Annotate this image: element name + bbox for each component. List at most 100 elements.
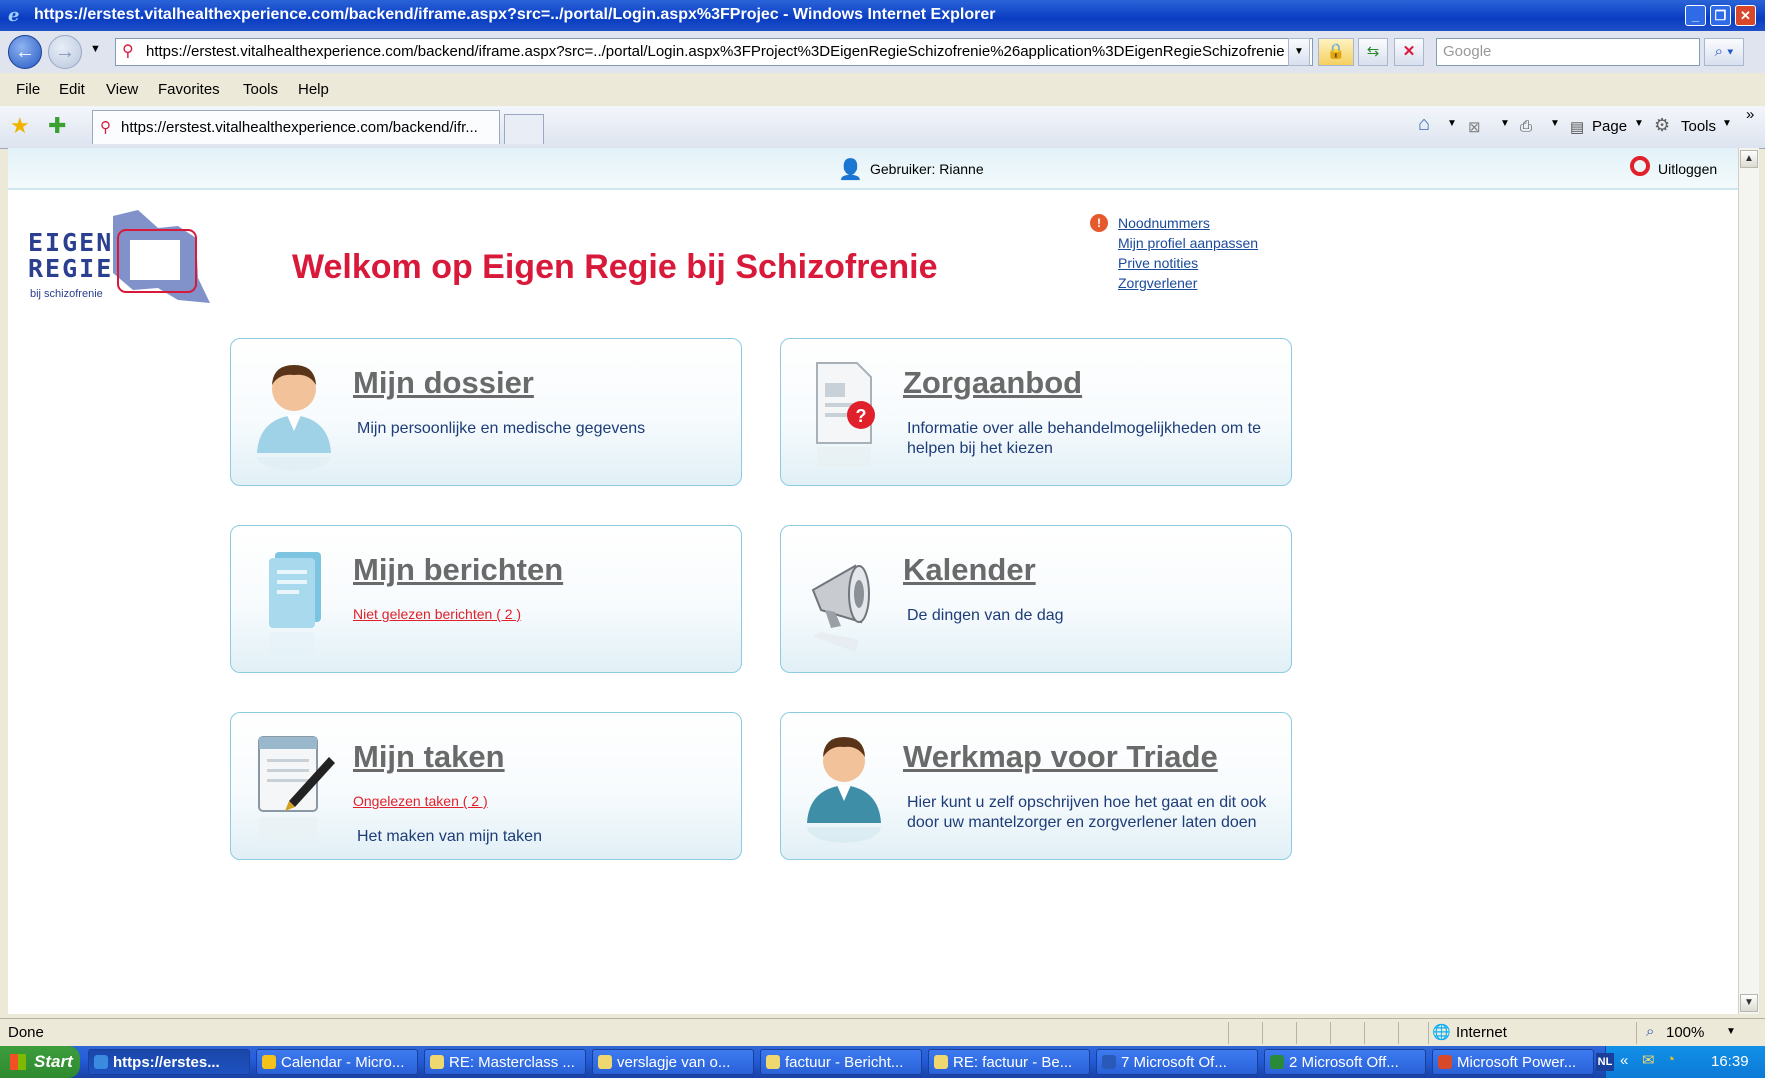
favorites-bar: ★ ✚ ⚲ https://erstest.vitalhealthexperie…	[0, 106, 1765, 149]
lock-icon[interactable]: 🔒	[1318, 38, 1354, 66]
menu-tools[interactable]: Tools	[243, 81, 278, 98]
menu-bar: File Edit View Favorites Tools Help	[0, 73, 1765, 107]
card-zorgaanbod[interactable]: ? Zorgaanbod Informatie over alle behand…	[780, 338, 1292, 486]
home-icon[interactable]: ⌂	[1418, 113, 1430, 136]
recent-pages-dropdown-icon[interactable]: ▼	[90, 43, 101, 55]
feeds-dropdown-icon[interactable]: ▼	[1500, 118, 1510, 129]
minimize-button[interactable]: _	[1685, 5, 1706, 26]
zoom-dropdown-icon[interactable]: ▼	[1726, 1026, 1736, 1037]
taskbar-item[interactable]: verslagje van o...	[592, 1049, 754, 1075]
user-bar: 👤 Gebruiker: Rianne Uitloggen	[8, 148, 1738, 190]
scroll-up-icon[interactable]: ▲	[1740, 150, 1758, 168]
print-icon[interactable]: ⎙	[1520, 118, 1532, 135]
tools-menu[interactable]: Tools	[1681, 118, 1716, 135]
link-profiel-aanpassen[interactable]: Mijn profiel aanpassen	[1118, 235, 1258, 251]
language-indicator[interactable]: NL	[1596, 1053, 1614, 1071]
taskbar-item[interactable]: RE: Masterclass ...	[424, 1049, 586, 1075]
stop-icon[interactable]: ✕	[1394, 38, 1424, 66]
feeds-icon[interactable]: ⊠	[1468, 118, 1481, 136]
site-favicon-icon: ⚲	[122, 43, 134, 60]
taskbar-item[interactable]: 2 Microsoft Off...	[1264, 1049, 1426, 1075]
tools-dropdown-icon[interactable]: ▼	[1722, 118, 1732, 129]
card-title[interactable]: Kalender	[903, 552, 1036, 588]
card-description: Mijn persoonlijke en medische gegevens	[357, 420, 646, 437]
notepad-pen-icon	[258, 736, 335, 841]
menu-file[interactable]: File	[16, 81, 40, 98]
scroll-down-icon[interactable]: ▼	[1740, 994, 1758, 1012]
logout-icon[interactable]	[1630, 156, 1650, 176]
start-button[interactable]: Start	[0, 1046, 80, 1078]
unread-messages-link[interactable]: Niet gelezen berichten ( 2 )	[353, 606, 521, 622]
taskbar-item[interactable]: RE: factuur - Be...	[928, 1049, 1090, 1075]
card-title[interactable]: Zorgaanbod	[903, 365, 1082, 401]
logout-link[interactable]: Uitloggen	[1658, 161, 1717, 177]
tray-reminder-icon[interactable]: ◔	[1666, 1051, 1675, 1068]
home-dropdown-icon[interactable]: ▼	[1447, 118, 1457, 129]
new-tab-button[interactable]	[504, 114, 544, 144]
tab-label: https://erstest.vitalhealthexperience.co…	[121, 119, 478, 136]
menu-favorites[interactable]: Favorites	[158, 81, 220, 98]
print-dropdown-icon[interactable]: ▼	[1550, 118, 1560, 129]
zoom-level[interactable]: 100%	[1666, 1024, 1704, 1041]
taskbar-item[interactable]: https://erstes...	[88, 1049, 250, 1075]
logo-text-eigen: EIGEN	[28, 228, 114, 257]
tray-mail-icon[interactable]: ✉	[1642, 1051, 1655, 1069]
close-window-button[interactable]: ✕	[1735, 5, 1756, 26]
page-title: Welkom op Eigen Regie bij Schizofrenie	[292, 248, 938, 286]
page-icon: ▤	[1570, 119, 1585, 136]
status-divider	[1228, 1022, 1229, 1044]
card-title[interactable]: Mijn berichten	[353, 552, 563, 588]
card-description: Informatie over alle behandelmogelijkhed…	[907, 420, 1261, 457]
favorites-star-icon[interactable]: ★	[10, 113, 30, 139]
logo: EIGEN REGIE bij schizofrenie	[18, 208, 218, 308]
person-suit-icon	[807, 737, 881, 843]
person-icon	[257, 365, 331, 471]
internet-explorer-icon: e	[8, 5, 20, 26]
search-input[interactable]: Google	[1436, 38, 1700, 66]
link-zorgverlener[interactable]: Zorgverlener	[1118, 275, 1197, 291]
clock: 16:39	[1711, 1053, 1749, 1070]
unread-tasks-link[interactable]: Ongelezen taken ( 2 )	[353, 793, 488, 809]
address-input[interactable]: ⚲ https://erstest.vitalhealthexperience.…	[115, 38, 1313, 66]
taskbar-item[interactable]: Calendar - Micro...	[256, 1049, 418, 1075]
chevron-more-icon[interactable]: »	[1746, 106, 1754, 123]
user-label: Gebruiker: Rianne	[870, 161, 984, 177]
card-title[interactable]: Mijn dossier	[353, 365, 534, 401]
page-dropdown-icon[interactable]: ▼	[1634, 118, 1644, 129]
search-go-icon[interactable]: ⌕ ▾	[1704, 38, 1744, 66]
restore-button[interactable]: ❐	[1710, 5, 1731, 26]
link-prive-notities[interactable]: Prive notities	[1118, 255, 1198, 271]
vertical-scrollbar[interactable]: ▲ ▼	[1738, 148, 1759, 1014]
card-werkmap-triade[interactable]: Werkmap voor Triade Hier kunt u zelf ops…	[780, 712, 1292, 860]
card-kalender[interactable]: Kalender De dingen van de dag	[780, 525, 1292, 673]
status-text: Done	[8, 1024, 44, 1041]
mail-icon	[430, 1055, 444, 1069]
card-title[interactable]: Mijn taken	[353, 739, 505, 775]
taskbar-item[interactable]: Microsoft Power...	[1432, 1049, 1594, 1075]
menu-view[interactable]: View	[106, 81, 138, 98]
menu-edit[interactable]: Edit	[59, 81, 85, 98]
taskbar-item[interactable]: 7 Microsoft Of...	[1096, 1049, 1258, 1075]
taskbar-item[interactable]: factuur - Bericht...	[760, 1049, 922, 1075]
card-mijn-dossier[interactable]: Mijn dossier Mijn persoonlijke en medisc…	[230, 338, 742, 486]
menu-help[interactable]: Help	[298, 81, 329, 98]
browser-tab[interactable]: ⚲ https://erstest.vitalhealthexperience.…	[92, 110, 500, 144]
alert-icon: !	[1090, 214, 1108, 232]
status-divider	[1364, 1022, 1365, 1044]
card-mijn-taken[interactable]: Mijn taken Ongelezen taken ( 2 ) Het mak…	[230, 712, 742, 860]
back-button[interactable]: ←	[8, 35, 42, 69]
tray-expand-icon[interactable]: «	[1620, 1052, 1628, 1069]
excel-icon	[1270, 1055, 1284, 1069]
status-divider	[1296, 1022, 1297, 1044]
link-noodnummers[interactable]: Noodnummers	[1118, 215, 1210, 231]
refresh-icon[interactable]: ⇆	[1358, 38, 1388, 66]
user-icon: 👤	[838, 159, 863, 181]
card-title[interactable]: Werkmap voor Triade	[903, 739, 1218, 775]
add-favorites-icon[interactable]: ✚	[48, 113, 66, 139]
page-menu[interactable]: Page	[1592, 118, 1627, 135]
address-dropdown-icon[interactable]: ▼	[1288, 38, 1310, 66]
card-mijn-berichten[interactable]: Mijn berichten Niet gelezen berichten ( …	[230, 525, 742, 673]
mail-icon	[598, 1055, 612, 1069]
forward-button[interactable]: →	[48, 35, 82, 69]
card-description: Hier kunt u zelf opschrijven hoe het gaa…	[907, 794, 1267, 831]
